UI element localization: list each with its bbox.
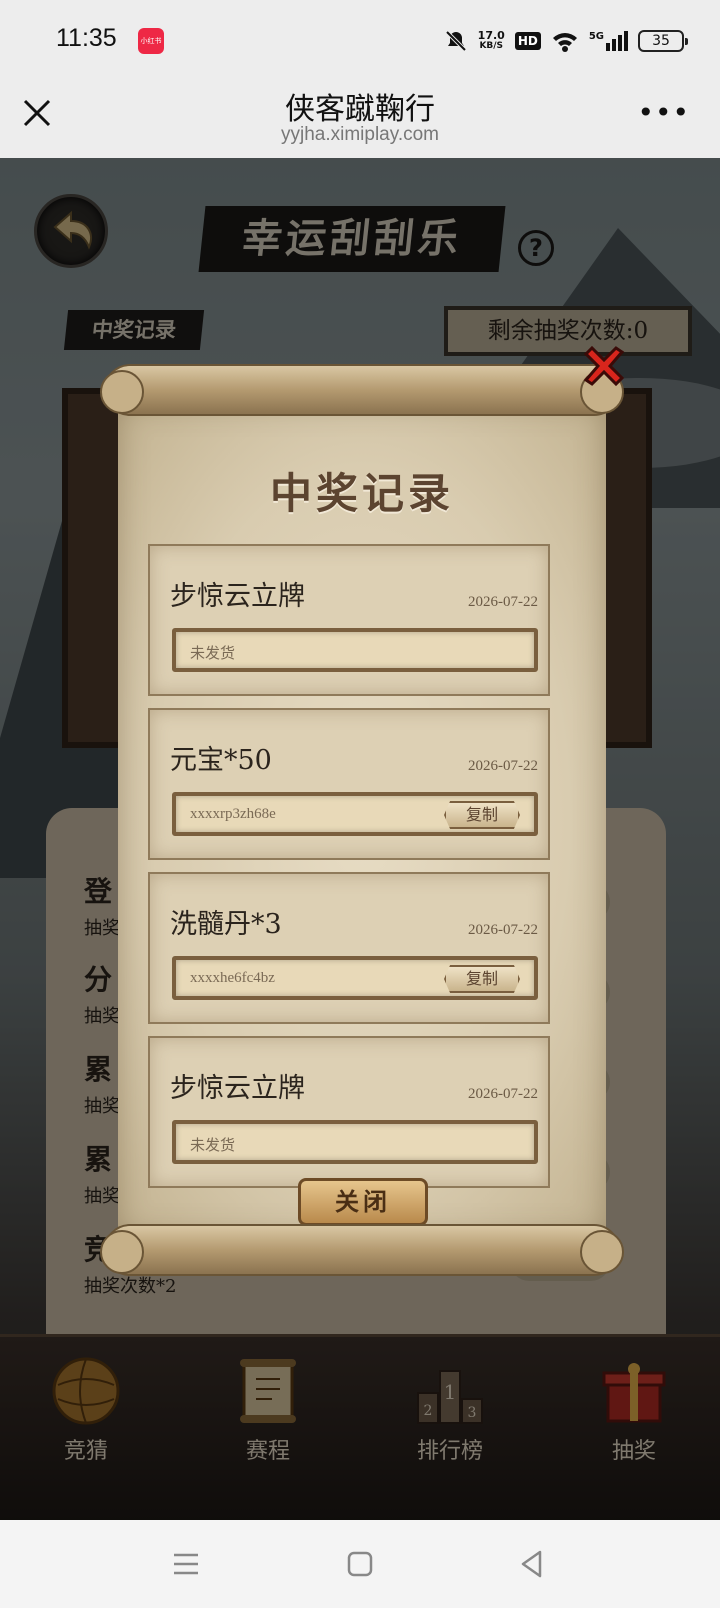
game-canvas: 幸运刮刮乐 ? 中奖记录 剩余抽奖次数:0 登抽奖 分抽奖 累抽奖 累抽奖 竞抽… [0,158,720,1520]
browser-nav-bar: 侠客蹴鞠行 yyjha.ximiplay.com ••• [0,82,720,158]
prize-code-field: xxxxhe6fc4bz 复制 [172,956,538,1000]
app-notification-icon: 小红书 [138,28,164,54]
more-options-icon[interactable]: ••• [637,99,690,127]
prize-code: 未发货 [190,1138,236,1154]
copy-button[interactable]: 复制 [444,801,520,829]
scroll-bottom-roller [100,1224,624,1276]
scroll-top-roller [100,364,624,416]
prize-code-field: 未发货 [172,628,538,672]
page-title: 侠客蹴鞠行 [285,92,435,127]
prize-code: 未发货 [190,646,236,662]
battery-indicator: 35 [638,30,688,52]
prize-date: 2026-07-22 [468,594,538,610]
copy-button[interactable]: 复制 [444,965,520,993]
signal-icon: 5G [589,31,628,51]
prize-name: 步惊云立牌 [170,1073,305,1104]
menu-icon[interactable] [168,1546,204,1582]
prize-record-card: 步惊云立牌 2026-07-22 未发货 [148,544,550,696]
prize-record-modal: 中奖记录 步惊云立牌 2026-07-22 未发货 元宝*50 2026-07-… [100,345,625,1276]
status-indicators: 17.0 KB/S HD 5G 35 [444,26,688,56]
prize-record-card: 洗髓丹*3 2026-07-22 xxxxhe6fc4bz 复制 [148,872,550,1024]
scroll-paper: 中奖记录 步惊云立牌 2026-07-22 未发货 元宝*50 2026-07-… [118,404,606,1236]
wifi-icon [552,33,577,52]
prize-name: 步惊云立牌 [170,581,305,612]
back-icon[interactable] [514,1546,550,1582]
close-button[interactable]: 关闭 [298,1178,428,1226]
prize-name: 洗髓丹*3 [170,909,282,940]
mute-bell-icon [445,30,467,52]
page-url: yyjha.ximiplay.com [280,124,440,145]
prize-code-field: 未发货 [172,1120,538,1164]
prize-date: 2026-07-22 [468,758,538,774]
home-icon[interactable] [342,1546,378,1582]
hd-badge: HD [514,32,541,50]
close-icon[interactable] [578,342,628,392]
modal-title: 中奖记录 [269,469,454,518]
prize-code: xxxxrp3zh68e [190,806,276,822]
prize-date: 2026-07-22 [468,1086,538,1102]
prize-date: 2026-07-22 [468,922,538,938]
prize-record-card: 元宝*50 2026-07-22 xxxxrp3zh68e 复制 [148,708,550,860]
prize-code-field: xxxxrp3zh68e 复制 [172,792,538,836]
prize-record-card: 步惊云立牌 2026-07-22 未发货 [148,1036,550,1188]
prize-code: xxxxhe6fc4bz [190,970,275,986]
prize-name: 元宝*50 [170,745,272,776]
system-nav-bar [0,1520,720,1608]
network-speed: 17.0 KB/S [477,29,505,51]
status-bar: 11:35 小红书 17.0 KB/S HD 5G 35 [0,0,720,82]
status-time: 11:35 [56,24,117,52]
